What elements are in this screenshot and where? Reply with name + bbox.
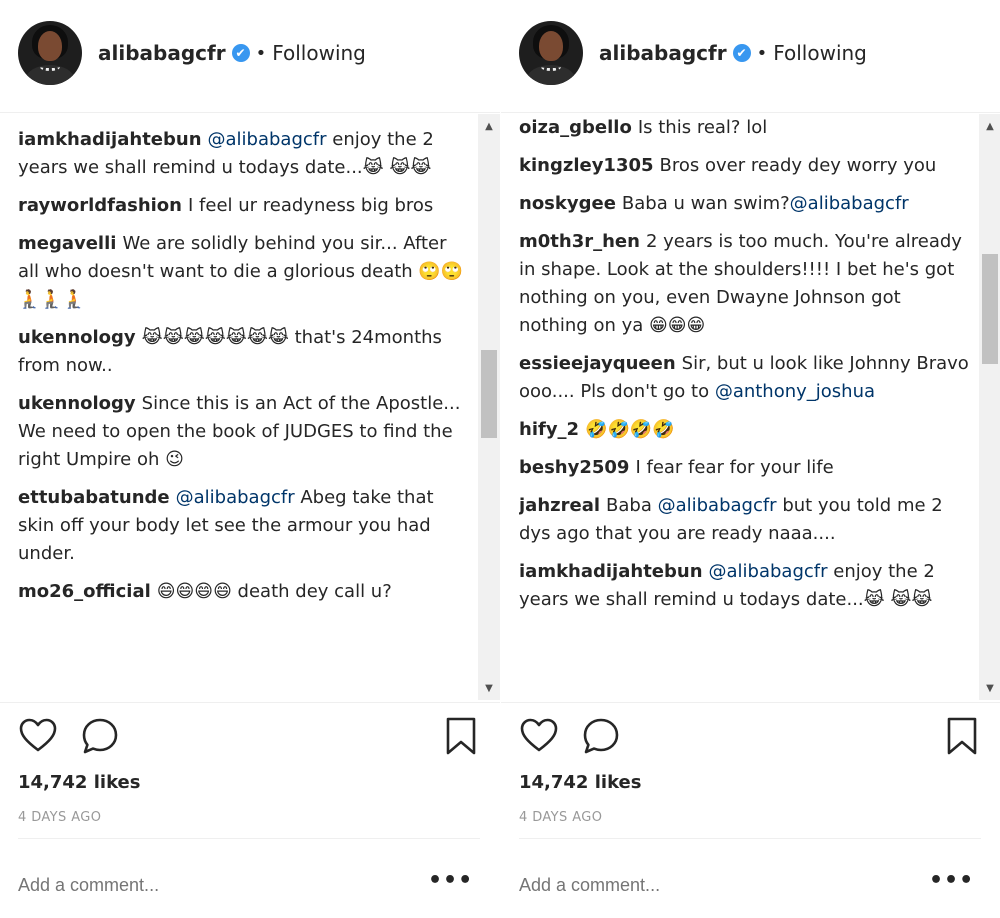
comment-username[interactable]: oiza_gbello — [519, 117, 632, 138]
comment-text: 😄😄😄😄 death dey call u? — [156, 581, 392, 602]
comment: oiza_gbello Is this real? lol — [519, 114, 971, 142]
comment-mention[interactable]: @alibabagcfr — [208, 129, 327, 150]
heart-icon[interactable] — [18, 716, 58, 756]
bookmark-icon[interactable] — [945, 716, 979, 756]
comment-username[interactable]: beshy2509 — [519, 457, 629, 478]
comment: iamkhadijahtebun @alibabagcfr enjoy the 2… — [519, 558, 971, 614]
username-link[interactable]: alibabagcfr — [98, 41, 226, 65]
verified-badge-icon: ✔ — [732, 44, 751, 62]
comment: mo26_official 😄😄😄😄 death dey call u? — [18, 578, 470, 606]
divider — [18, 838, 480, 839]
comment-text: 🤣🤣🤣🤣 — [585, 419, 675, 440]
likes-count[interactable]: 14,742 likes — [519, 772, 641, 793]
comment-mention[interactable]: @alibabagcfr — [790, 193, 909, 214]
avatar[interactable] — [18, 21, 82, 85]
comment-mention[interactable]: @alibabagcfr — [658, 495, 777, 516]
action-bar — [519, 716, 979, 758]
comment-username[interactable]: jahzreal — [519, 495, 600, 516]
comment-text: I fear fear for your life — [635, 457, 834, 478]
comment: ukennology 😹😹😹😹😹😹😹 that's 24months from n… — [18, 324, 470, 380]
comment-partial: ... ... ... ... ... — [18, 114, 470, 126]
comment-username[interactable]: mo26_official — [18, 581, 151, 602]
post-panel-right: alibabagcfr ✔ • Following oiza_gbello Is … — [501, 0, 1000, 918]
divider — [501, 702, 1000, 703]
comment-username[interactable]: noskygee — [519, 193, 616, 214]
comments-list[interactable]: oiza_gbello Is this real? lol kingzley130… — [519, 114, 971, 700]
scrollbar[interactable]: ▲ ▼ — [478, 114, 500, 700]
scroll-down-icon[interactable]: ▼ — [979, 678, 1000, 700]
separator-dot: • — [255, 42, 267, 64]
likes-count[interactable]: 14,742 likes — [18, 772, 140, 793]
comment-username[interactable]: rayworldfashion — [18, 195, 182, 216]
comment-username[interactable]: iamkhadijahtebun — [519, 561, 703, 582]
heart-icon[interactable] — [519, 716, 559, 756]
comment-username[interactable]: hify_2 — [519, 419, 579, 440]
verified-badge-icon: ✔ — [231, 44, 250, 62]
comment: ukennology Since this is an Act of the Ap… — [18, 390, 470, 474]
post-timestamp: 4 DAYS AGO — [18, 810, 102, 825]
scroll-down-icon[interactable]: ▼ — [478, 678, 500, 700]
comment: noskygee Baba u wan swim?@alibabagcfr — [519, 190, 971, 218]
comment: ettubabatunde @alibabagcfr Abeg take that… — [18, 484, 470, 568]
comment: jahzreal Baba @alibabagcfr but you told m… — [519, 492, 971, 548]
comment-username[interactable]: ukennology — [18, 327, 136, 348]
divider — [519, 838, 981, 839]
comment-text: I feel ur readyness big bros — [188, 195, 434, 216]
scroll-thumb[interactable] — [481, 350, 497, 438]
comments-list[interactable]: ... ... ... ... ... iamkhadijahtebun @ali… — [18, 114, 470, 700]
comment-text: Baba — [606, 495, 658, 516]
comment-text: Is this real? lol — [637, 117, 768, 138]
separator-dot: • — [756, 42, 768, 64]
comment-text: Baba u wan swim? — [621, 193, 790, 214]
scroll-thumb[interactable] — [982, 254, 998, 364]
add-comment-input[interactable] — [519, 868, 919, 902]
scroll-up-icon[interactable]: ▲ — [979, 116, 1000, 138]
comment-username[interactable]: ukennology — [18, 393, 136, 414]
post-header: alibabagcfr ✔ • Following — [18, 18, 366, 88]
more-options-icon[interactable]: ••• — [428, 866, 472, 900]
username-link[interactable]: alibabagcfr — [599, 41, 727, 65]
comment-mention[interactable]: @alibabagcfr — [709, 561, 828, 582]
comment: rayworldfashion I feel ur readyness big b… — [18, 192, 470, 220]
action-bar — [18, 716, 478, 758]
comment-mention[interactable]: @alibabagcfr — [176, 487, 295, 508]
divider — [0, 702, 500, 703]
divider — [0, 112, 500, 113]
comment-text: Bros over ready dey worry you — [659, 155, 937, 176]
comment-username[interactable]: megavelli — [18, 233, 116, 254]
divider — [501, 112, 1000, 113]
avatar[interactable] — [519, 21, 583, 85]
post-timestamp: 4 DAYS AGO — [519, 810, 603, 825]
comment-username[interactable]: m0th3r_hen — [519, 231, 640, 252]
scroll-up-icon[interactable]: ▲ — [478, 116, 500, 138]
comment: essieejayqueen Sir, but u look like Johnn… — [519, 350, 971, 406]
post-panel-left: alibabagcfr ✔ • Following ... ... ... ..… — [0, 0, 500, 918]
more-options-icon[interactable]: ••• — [929, 866, 973, 900]
comment: beshy2509 I fear fear for your life — [519, 454, 971, 482]
comment-username[interactable]: ettubabatunde — [18, 487, 170, 508]
comment: iamkhadijahtebun @alibabagcfr enjoy the 2… — [18, 126, 470, 182]
comment-username[interactable]: iamkhadijahtebun — [18, 129, 202, 150]
comment: megavelli We are solidly behind you sir..… — [18, 230, 470, 314]
comment: hify_2 🤣🤣🤣🤣 — [519, 416, 971, 444]
post-header: alibabagcfr ✔ • Following — [519, 18, 867, 88]
add-comment-input[interactable] — [18, 868, 418, 902]
scrollbar[interactable]: ▲ ▼ — [979, 114, 1000, 700]
comment-username[interactable]: essieejayqueen — [519, 353, 676, 374]
comment-mention[interactable]: @anthony_joshua — [715, 381, 875, 402]
speech-bubble-icon[interactable] — [80, 716, 120, 756]
following-button[interactable]: Following — [773, 41, 867, 65]
bookmark-icon[interactable] — [444, 716, 478, 756]
comment: kingzley1305 Bros over ready dey worry yo… — [519, 152, 971, 180]
speech-bubble-icon[interactable] — [581, 716, 621, 756]
comment-username[interactable]: kingzley1305 — [519, 155, 654, 176]
following-button[interactable]: Following — [272, 41, 366, 65]
comment: m0th3r_hen 2 years is too much. You're al… — [519, 228, 971, 340]
